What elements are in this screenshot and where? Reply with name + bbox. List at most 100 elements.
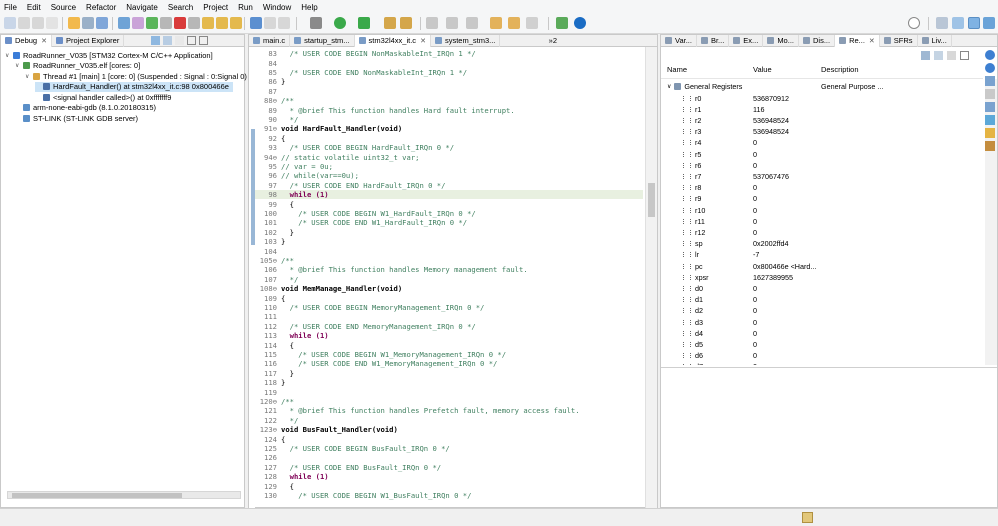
menu-help[interactable]: Help [301,3,317,12]
register-row[interactable]: r1 116 [661,104,983,115]
memory-icon[interactable] [985,141,995,151]
reg-tab-2[interactable]: Ex... [729,34,764,47]
register-row[interactable]: r7 537067476 [661,171,983,182]
register-row[interactable]: d2 0 [661,305,983,316]
register-row[interactable]: r2 536948524 [661,115,983,126]
skip-breakpoints-icon[interactable] [118,17,130,29]
terminate-relaunch-icon[interactable] [132,17,144,29]
menu-refactor[interactable]: Refactor [86,3,116,12]
register-row[interactable]: r0 536870912 [661,93,983,104]
editor-tab-3[interactable]: system_stm3... [431,34,501,47]
save-all-icon[interactable] [32,17,44,29]
menu-window[interactable]: Window [263,3,291,12]
register-row[interactable]: xpsr 1627389955 [661,272,983,283]
register-row[interactable]: r6 0 [661,160,983,171]
step-return-icon[interactable] [230,17,242,29]
debug-config-icon[interactable] [310,17,322,29]
register-row[interactable]: r11 0 [661,216,983,227]
register-row[interactable]: r9 0 [661,193,983,204]
search-toolbar-icon[interactable] [400,17,412,29]
register-row[interactable]: pc 0x800466e <Hard... [661,261,983,272]
menu-source[interactable]: Source [51,3,76,12]
register-row[interactable]: d5 0 [661,339,983,350]
column-description[interactable]: Description [821,65,859,74]
reg-tab-4[interactable]: Dis... [799,34,836,47]
new-icon[interactable] [4,17,16,29]
register-row[interactable]: r10 0 [661,205,983,216]
problems-icon[interactable] [985,115,995,125]
tree-item[interactable]: ST-LINK (ST-LINK GDB server) [15,113,138,123]
open-perspective-icon[interactable] [936,17,948,29]
close-tab-icon[interactable]: ✕ [420,37,426,45]
step-over-icon[interactable] [216,17,228,29]
back-dropdown-icon[interactable] [508,17,520,29]
register-group-row[interactable]: ∨ General Registers General Purpose ... [661,81,983,92]
register-row[interactable]: r8 0 [661,182,983,193]
step-into-icon[interactable] [202,17,214,29]
minimize-view-icon[interactable] [960,50,969,60]
next-annotation-icon[interactable] [446,17,458,29]
reg-tab-1[interactable]: Br... [697,34,730,47]
menu-edit[interactable]: Edit [27,3,41,12]
info-icon[interactable] [574,17,586,29]
editor-tab-0[interactable]: main.c [249,34,291,47]
open-type-icon[interactable] [384,17,396,29]
reg-tab-6[interactable]: SFRs [880,34,918,47]
pin-editor-icon[interactable] [556,17,568,29]
static-stack-icon[interactable] [985,89,995,99]
debug-tab-1[interactable]: Project Explorer [52,34,125,47]
reg-tab-7[interactable]: Liv... [918,34,952,47]
build-icon[interactable] [68,17,80,29]
collapse-all-icon[interactable] [151,36,160,45]
expand-toggle-icon[interactable]: ∨ [25,73,33,80]
outline-icon[interactable] [985,63,995,73]
menu-search[interactable]: Search [168,3,193,12]
editor-tab-1[interactable]: startup_stm... [290,34,355,47]
device-config-icon[interactable] [96,17,108,29]
layout-icon[interactable] [921,50,930,60]
resume-icon[interactable] [146,17,158,29]
editor-tab-2[interactable]: stm32l4xx_it.c ✕ [354,34,431,47]
expand-toggle-icon[interactable]: ∨ [667,83,671,90]
progress-icon[interactable] [802,512,813,523]
collapse-all-icon[interactable] [934,50,943,60]
tree-item[interactable]: ∨ RoadRunner_V035.elf [cores: 0] [15,61,140,71]
save-icon[interactable] [18,17,30,29]
menu-run[interactable]: Run [238,3,253,12]
menu-file[interactable]: File [4,3,17,12]
executables-icon[interactable] [985,128,995,138]
register-row[interactable]: r12 0 [661,227,983,238]
close-tab-icon[interactable]: ✕ [869,37,875,45]
column-name[interactable]: Name [667,65,687,74]
link-with-editor-icon[interactable] [163,36,172,45]
register-row[interactable]: d0 0 [661,283,983,294]
console-icon[interactable] [985,102,995,112]
mx-perspective-icon[interactable] [983,17,995,29]
register-row[interactable]: d1 0 [661,294,983,305]
instruction-stepping-icon[interactable] [250,17,262,29]
reg-tab-0[interactable]: Var... [661,34,697,47]
maximize-view-icon[interactable] [199,36,208,45]
menu-navigate[interactable]: Navigate [126,3,158,12]
register-row[interactable]: d6 0 [661,350,983,361]
debug-tab-0[interactable]: Debug ✕ [1,34,52,47]
horizontal-scrollbar[interactable] [7,491,241,499]
register-row[interactable]: d4 0 [661,328,983,339]
tree-item[interactable]: ∨ Thread #1 [main] 1 [core: 0] (Suspended… [25,71,247,81]
reg-tab-3[interactable]: Mo... [763,34,799,47]
build-analyzer-icon[interactable] [985,76,995,86]
minimize-view-icon[interactable] [187,36,196,45]
task-icon[interactable] [985,50,995,60]
suspend-icon[interactable] [160,17,172,29]
expand-toggle-icon[interactable]: ∨ [5,52,13,59]
register-row[interactable]: r4 0 [661,137,983,148]
back-icon[interactable] [490,17,502,29]
cpp-perspective-icon[interactable] [952,17,964,29]
prev-annotation-icon[interactable] [466,17,478,29]
code-editor[interactable]: 83 /* USER CODE BEGIN NonMaskableInt_IRQ… [255,49,643,507]
edit-annotation-icon[interactable] [426,17,438,29]
view-menu-icon[interactable] [947,50,956,60]
register-row[interactable]: d3 0 [661,317,983,328]
reset-chip-icon[interactable] [264,17,276,29]
menu-project[interactable]: Project [203,3,228,12]
